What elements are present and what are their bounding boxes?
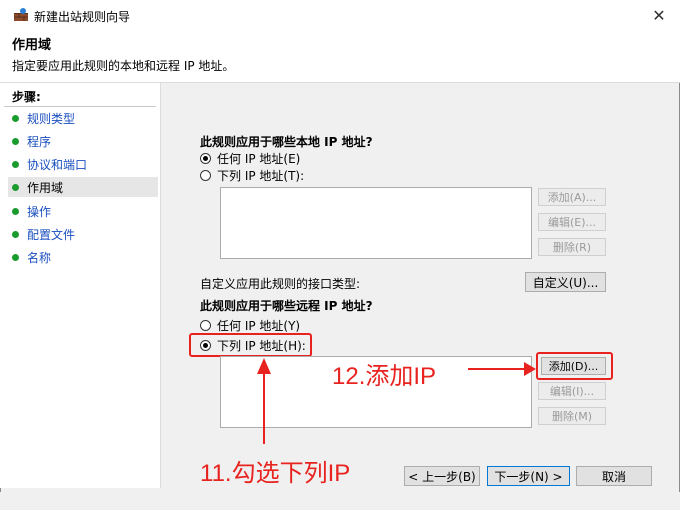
step-label: 规则类型 — [27, 111, 76, 126]
local-any-ip-radio[interactable]: 任何 IP 地址(E) — [200, 150, 300, 167]
radio-empty-icon — [200, 170, 211, 181]
step-profile[interactable]: 配置文件 — [8, 224, 158, 244]
step-bullet-icon — [12, 137, 19, 145]
step-bullet-icon — [12, 160, 19, 168]
bottom-edge — [0, 492, 680, 510]
radio-selected-icon — [200, 153, 211, 164]
step-label: 协议和端口 — [27, 157, 88, 172]
local-list-ip-label: 下列 IP 地址(T): — [217, 169, 305, 183]
window-title: 新建出站规则向导 — [34, 10, 131, 24]
radio-empty-icon — [200, 320, 211, 331]
step-bullet-icon — [12, 183, 19, 191]
steps-heading: 步骤: — [12, 90, 41, 104]
step-label: 名称 — [27, 250, 52, 265]
step-label: 作用域 — [27, 180, 64, 195]
local-any-ip-label: 任何 IP 地址(E) — [217, 152, 301, 166]
annotation-select-list: 11.勾选下列IP — [200, 460, 351, 487]
local-add-button[interactable]: 添加(A)... — [538, 188, 606, 206]
step-label: 配置文件 — [27, 227, 76, 242]
close-icon: ✕ — [652, 5, 666, 25]
back-button[interactable]: < 上一步(B) — [404, 466, 480, 486]
firewall-icon — [14, 8, 28, 21]
step-protocol-ports[interactable]: 协议和端口 — [8, 154, 158, 174]
local-remove-button[interactable]: 删除(R) — [538, 238, 606, 256]
remote-edit-button[interactable]: 编辑(I)... — [538, 382, 606, 400]
remote-ip-question: 此规则应用于哪些远程 IP 地址? — [200, 299, 373, 313]
annotation-add-ip: 12.添加IP — [332, 363, 437, 390]
step-bullet-icon — [12, 207, 19, 215]
arrow-up-icon — [257, 358, 271, 444]
local-list-ip-radio[interactable]: 下列 IP 地址(T): — [200, 167, 304, 184]
remote-any-ip-radio[interactable]: 任何 IP 地址(Y) — [200, 317, 300, 334]
next-button[interactable]: 下一步(N) > — [487, 466, 570, 486]
step-label: 程序 — [27, 134, 52, 149]
step-rule-type[interactable]: 规则类型 — [8, 108, 158, 128]
step-bullet-icon — [12, 230, 19, 238]
local-ip-list[interactable] — [220, 187, 532, 259]
local-ip-question: 此规则应用于哪些本地 IP 地址? — [200, 135, 373, 149]
customize-interface-button[interactable]: 自定义(U)... — [525, 272, 606, 292]
step-bullet-icon — [12, 114, 19, 122]
page-description: 指定要应用此规则的本地和远程 IP 地址。 — [12, 59, 235, 73]
highlight-remote-list-radio — [189, 333, 312, 357]
steps-divider — [4, 106, 156, 107]
step-program[interactable]: 程序 — [8, 131, 158, 151]
interface-type-label: 自定义应用此规则的接口类型: — [200, 277, 361, 291]
step-bullet-icon — [12, 253, 19, 261]
step-action[interactable]: 操作 — [8, 201, 158, 221]
local-edit-button[interactable]: 编辑(E)... — [538, 213, 606, 231]
page-title: 作用域 — [12, 38, 52, 53]
remote-remove-button[interactable]: 删除(M) — [538, 407, 606, 425]
highlight-add-button — [536, 352, 613, 380]
arrow-right-icon — [468, 362, 536, 376]
close-button[interactable]: ✕ — [644, 2, 674, 28]
step-scope[interactable]: 作用域 — [8, 177, 158, 197]
step-label: 操作 — [27, 204, 52, 219]
cancel-button[interactable]: 取消 — [576, 466, 652, 486]
step-name[interactable]: 名称 — [8, 247, 158, 267]
remote-any-ip-label: 任何 IP 地址(Y) — [217, 319, 301, 333]
